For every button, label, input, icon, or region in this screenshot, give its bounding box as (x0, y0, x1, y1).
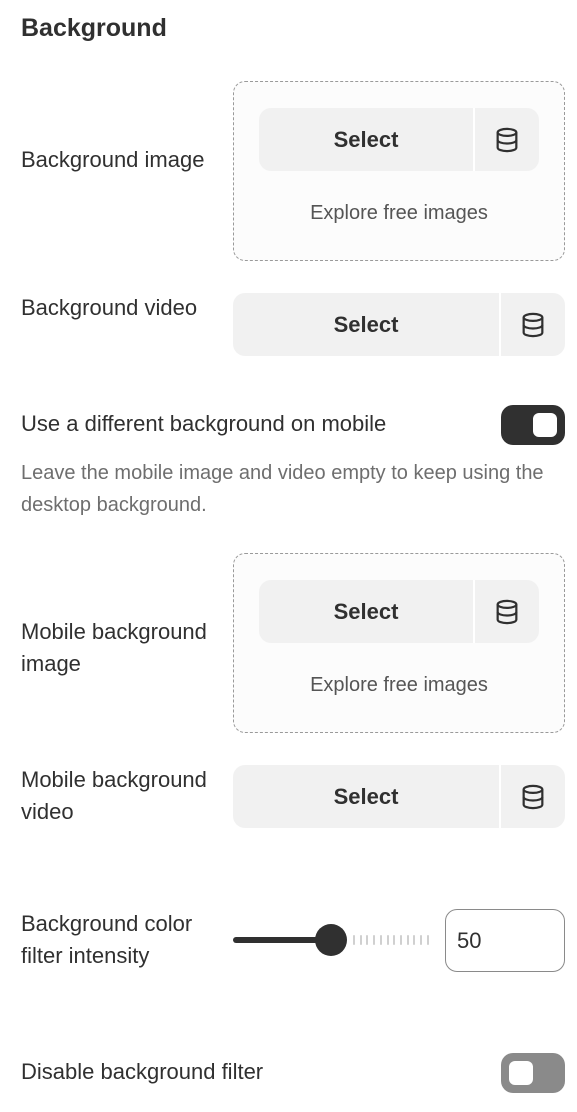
slider-tick (426, 935, 429, 945)
database-icon (522, 784, 544, 809)
toggle-knob (509, 1061, 533, 1085)
database-icon (496, 127, 518, 152)
mobile-background-toggle-label: Use a different background on mobile (21, 411, 387, 436)
mobile-background-video-select-button[interactable]: Select (233, 765, 499, 828)
mobile-background-image-library-button[interactable] (475, 580, 539, 643)
slider-tick (400, 935, 403, 945)
background-video-select-button[interactable]: Select (233, 293, 499, 356)
mobile-background-toggle[interactable] (501, 405, 565, 445)
background-image-library-button[interactable] (475, 108, 539, 171)
slider-tick (353, 935, 355, 945)
mobile-background-image-label: Mobile background image (21, 619, 207, 676)
toggle-knob (533, 413, 557, 437)
slider-tick (379, 935, 382, 945)
mobile-background-image-select-button[interactable]: Select (259, 580, 473, 643)
background-image-label: Background image (21, 147, 205, 172)
database-icon (496, 599, 518, 624)
slider-tick (386, 935, 389, 945)
background-video-select-group: Select (233, 293, 565, 356)
slider-thumb[interactable] (315, 924, 347, 956)
background-video-library-button[interactable] (501, 293, 565, 356)
disable-filter-label: Disable background filter (21, 1059, 264, 1084)
slider-tick (406, 935, 409, 945)
filter-intensity-slider[interactable] (233, 920, 429, 960)
mobile-background-video-select-group: Select (233, 765, 565, 828)
slider-tick (420, 935, 423, 945)
background-image-select-group: Select (259, 108, 539, 171)
mobile-background-image-explore-link[interactable]: Explore free images (234, 674, 564, 697)
background-image-explore-link[interactable]: Explore free images (234, 202, 564, 225)
mobile-background-image-select-group: Select (259, 580, 539, 643)
database-icon (522, 312, 544, 337)
background-image-dropzone[interactable]: Select Explore free images (233, 81, 565, 261)
slider-tick (373, 935, 376, 945)
filter-intensity-label: Background color filter intensity (21, 911, 193, 968)
slider-tick (359, 935, 362, 945)
mobile-background-image-dropzone[interactable]: Select Explore free images (233, 553, 565, 733)
background-video-label: Background video (21, 295, 198, 320)
slider-tick (413, 935, 416, 945)
background-image-select-button[interactable]: Select (259, 108, 473, 171)
slider-ticks (353, 935, 429, 945)
filter-intensity-input[interactable]: 50 (445, 909, 565, 972)
mobile-background-video-library-button[interactable] (501, 765, 565, 828)
disable-filter-toggle[interactable] (501, 1053, 565, 1093)
mobile-background-help-text: Leave the mobile image and video empty t… (21, 462, 544, 516)
slider-tick (393, 935, 396, 945)
section-title: Background (21, 14, 167, 42)
slider-tick (366, 935, 369, 945)
mobile-background-video-label: Mobile background video (21, 767, 207, 824)
